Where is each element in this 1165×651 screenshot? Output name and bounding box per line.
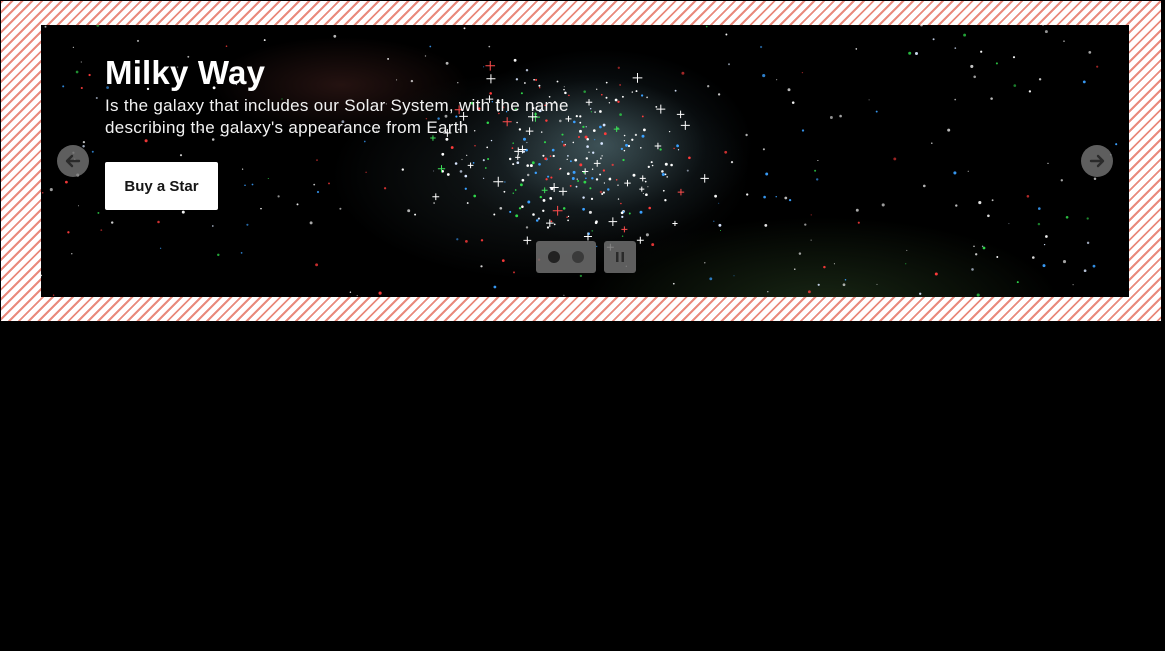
hero-carousel: Milky Way Is the galaxy that includes ou… (41, 25, 1129, 297)
next-slide-button[interactable] (1081, 145, 1113, 177)
slide-content: Milky Way Is the galaxy that includes ou… (105, 55, 625, 139)
previous-slide-button[interactable] (57, 145, 89, 177)
pause-button[interactable] (604, 241, 636, 273)
buy-a-star-button[interactable]: Buy a Star (105, 162, 218, 210)
slide-description: Is the galaxy that includes our Solar Sy… (105, 96, 569, 137)
arrow-right-icon (1089, 154, 1105, 168)
slide-indicator-1[interactable] (548, 251, 560, 263)
slide-indicators (536, 241, 596, 273)
slide-title: Milky Way (105, 54, 266, 91)
pause-icon (616, 252, 624, 262)
carousel-controls (536, 241, 636, 273)
slide-indicator-2[interactable] (572, 251, 584, 263)
arrow-left-icon (65, 154, 81, 168)
